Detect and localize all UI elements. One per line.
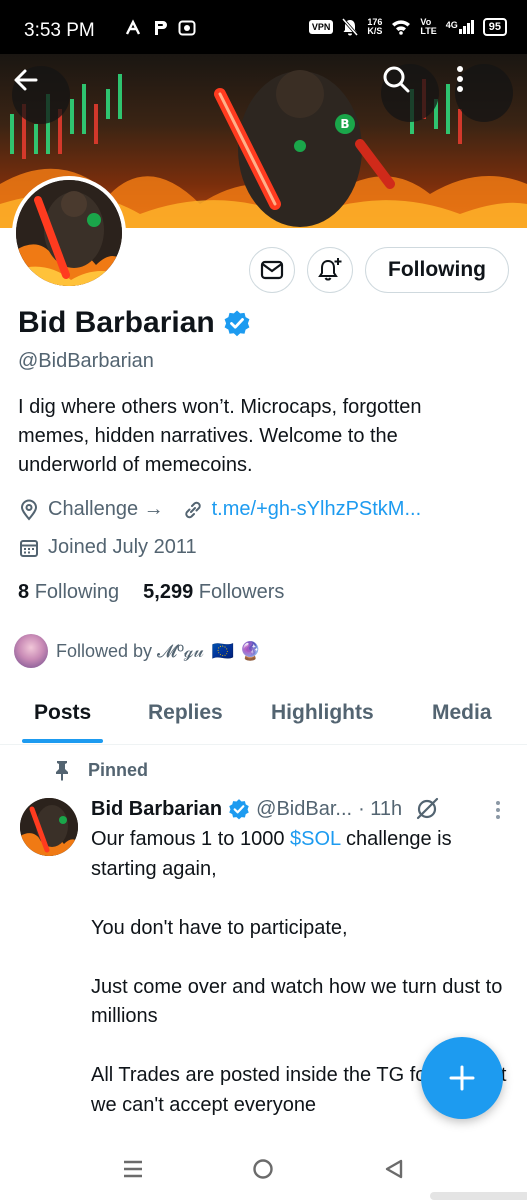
more-vertical-icon [457,66,463,92]
volte-indicator: Vo LTE [420,17,437,36]
follow-counts: 8 Following 5,299 Followers [18,581,284,604]
followed-by-text: Followed by 𝓜ºℊ𝓊 [56,640,204,661]
followers-count-link[interactable]: 5,299 Followers [143,581,284,604]
post-more-icon[interactable] [495,800,501,820]
circle-home-icon[interactable] [252,1158,274,1180]
profile-handle: @BidBarbarian [18,350,154,372]
followed-by-row[interactable]: Followed by 𝓜ºℊ𝓊 🇪🇺 🔮 [14,634,262,668]
status-time: 3:53 PM [24,20,95,41]
post-time: · 11h [358,797,403,820]
pin-icon [56,761,68,781]
envelope-icon [260,260,284,280]
more-button[interactable] [455,64,513,122]
profile-meta-row: Challenge → t.me/+gh-sYlhzPStkM... [18,498,421,521]
followed-by-emoji: 🇪🇺 🔮 [211,640,262,661]
profile-joined: Joined July 2011 [48,536,197,558]
follower-avatar [14,634,48,668]
post-paragraph: Our famous 1 to 1000 $SOL challenge is s… [91,828,452,880]
post-author-avatar[interactable] [20,798,78,856]
following-count-link[interactable]: 8 Following [18,581,119,604]
message-button[interactable] [249,247,296,293]
profile-name-row: Bid Barbarian [18,306,251,340]
verified-badge-icon[interactable] [223,309,251,337]
net-speed: 176 K/S [367,17,383,36]
profile-link[interactable]: t.me/+gh-sYlhzPStkM... [212,498,422,521]
pinned-label: Pinned [88,759,149,780]
home-indicator [430,1192,527,1200]
cashtag-link[interactable]: $SOL [290,828,340,850]
calendar-icon [20,539,38,557]
tab-media[interactable]: Media [432,701,492,725]
back-button[interactable] [12,66,70,124]
profile-tabs: Posts Replies Highlights Media [0,685,527,745]
post-author-name[interactable]: Bid Barbarian [91,798,222,821]
status-right-icons: VPN 176 K/S Vo LTE 4G 95 [308,17,507,36]
app-notification-icon [125,19,141,35]
location-pin-icon [20,499,38,521]
post-avatar-artwork [20,798,78,856]
media-icon [178,20,196,36]
following-button[interactable]: Following [365,247,509,293]
svg-text:B: B [340,117,349,131]
profile-bio: I dig where others won’t. Microcaps, for… [18,396,422,476]
profile-avatar[interactable] [12,176,126,290]
profile-location: Challenge → [48,498,164,520]
menu-lines-icon[interactable] [122,1158,144,1180]
pinned-indicator: Pinned [52,759,148,781]
vpn-badge: VPN [308,20,334,34]
system-nav-bar [0,1138,527,1200]
avatar-artwork [16,180,122,286]
paytm-icon [155,21,167,35]
post-author-handle[interactable]: @BidBar... [256,798,352,821]
post-paragraph: You don't have to participate, [91,916,348,939]
link-icon [184,501,201,518]
compose-post-button[interactable] [421,1037,503,1119]
status-bar: 3:53 PM VPN 176 K/S Vo LTE 4G 95 [0,0,527,54]
triangle-back-icon[interactable] [383,1158,405,1180]
verified-badge-icon [229,799,249,820]
tab-highlights[interactable]: Highlights [271,701,374,725]
profile-joined-row: Joined July 2011 [18,536,197,559]
post-paragraph: Just come over and watch how we turn dus… [91,975,503,1028]
search-icon [383,66,410,93]
profile-actions: Following [249,247,509,293]
status-left-icons [124,19,196,37]
display-name: Bid Barbarian [18,306,215,339]
tab-posts[interactable]: Posts [34,701,91,725]
mute-icon [342,18,359,36]
grok-icon[interactable] [414,796,440,822]
plus-icon [449,1065,475,1091]
cell-signal-icon: 4G [446,20,474,34]
bell-plus-icon [318,258,342,281]
battery-indicator: 95 [482,18,507,36]
notify-button[interactable] [307,247,354,293]
active-tab-indicator [22,739,103,743]
back-arrow-icon [14,69,38,91]
wifi-icon [392,20,411,35]
search-button[interactable] [381,64,439,122]
tab-replies[interactable]: Replies [148,701,223,725]
post-header: Bid Barbarian @BidBar... · 11h [91,796,440,822]
